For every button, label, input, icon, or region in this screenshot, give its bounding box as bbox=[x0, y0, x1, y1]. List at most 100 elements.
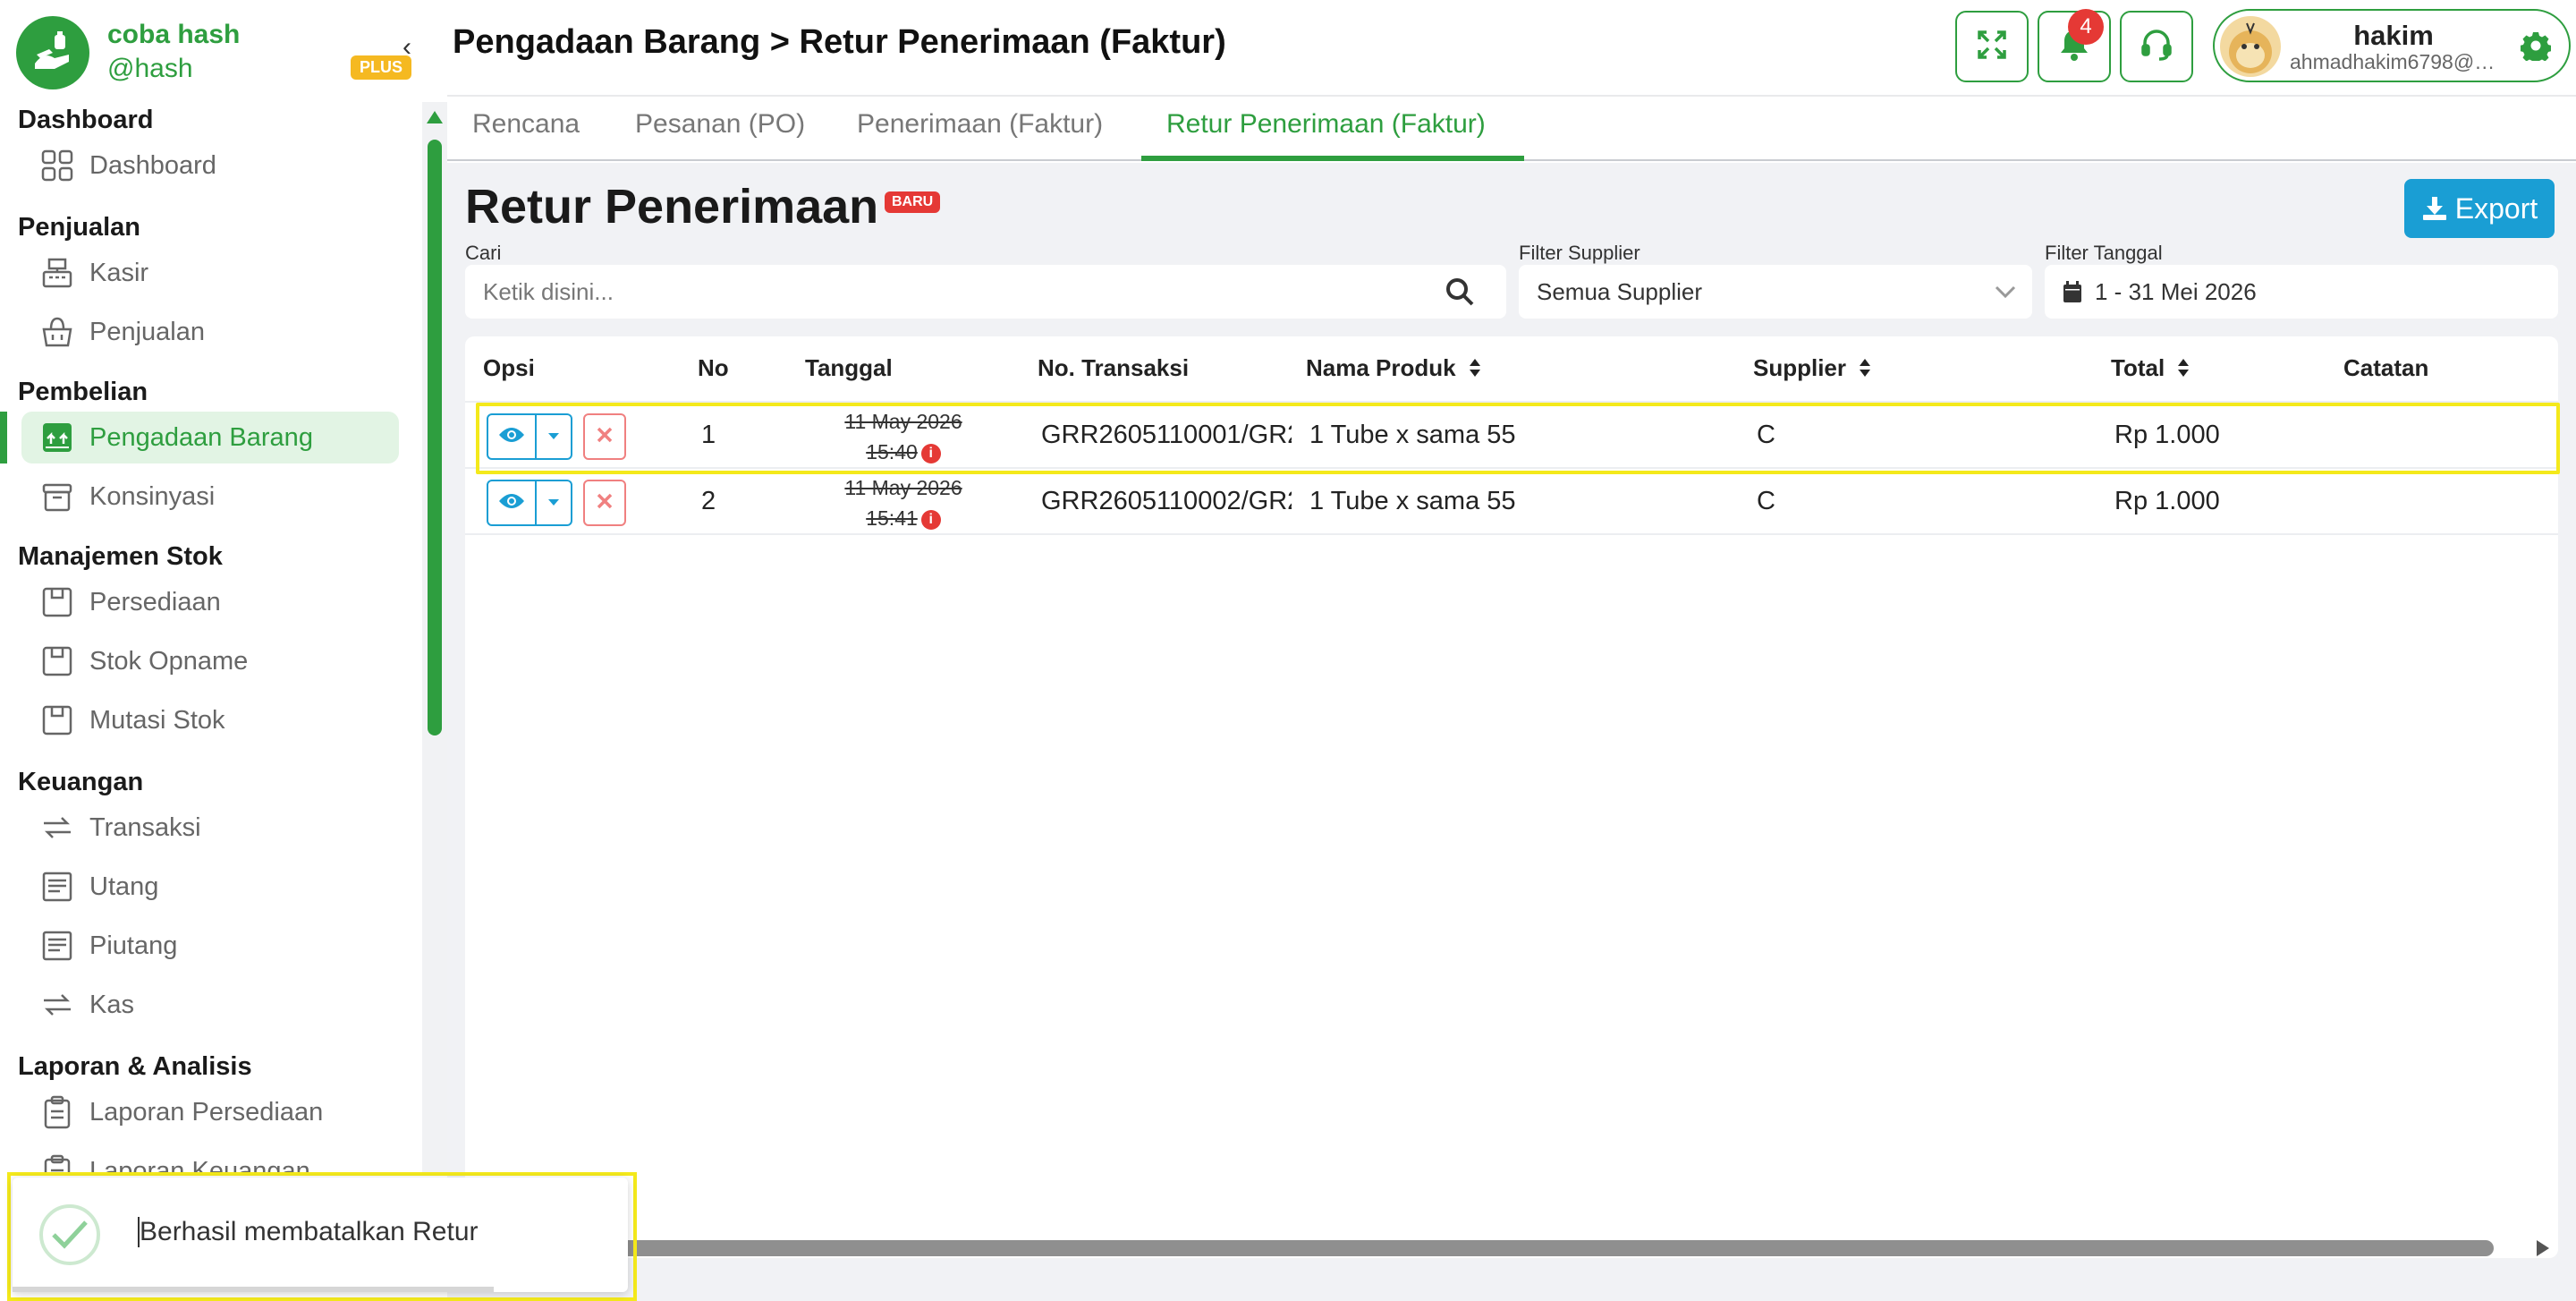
column-header-nama-produk[interactable]: Nama Produk bbox=[1306, 354, 1481, 384]
date-filter-input[interactable]: 1 - 31 Mei 2026 bbox=[2045, 265, 2558, 319]
sidebar-item-laporan-persediaan[interactable]: Laporan Persediaan bbox=[21, 1086, 399, 1138]
store-logo-icon bbox=[16, 16, 89, 89]
sidebar-item-label: Penjualan bbox=[89, 317, 205, 346]
retur-table: Opsi No Tanggal No. Transaksi Nama Produ… bbox=[465, 336, 2558, 1258]
user-profile-card[interactable]: hakim ahmadhakim6798@gmail.com bbox=[2213, 9, 2571, 82]
support-button[interactable] bbox=[2120, 11, 2193, 82]
horizontal-scrollbar[interactable] bbox=[465, 1240, 2494, 1256]
top-header: Pengadaan Barang > Retur Penerimaan (Fak… bbox=[447, 0, 2576, 97]
export-button[interactable]: Export bbox=[2404, 179, 2555, 238]
export-label: Export bbox=[2454, 191, 2538, 225]
section-title-laporan: Laporan & Analisis bbox=[18, 1052, 252, 1081]
new-badge: BARU bbox=[885, 191, 941, 213]
sidebar-item-laporan-keuangan[interactable]: Laporan Keuangan bbox=[21, 1145, 399, 1176]
date-filter-value: 1 - 31 Mei 2026 bbox=[2095, 277, 2257, 305]
search-icon[interactable] bbox=[1445, 277, 1474, 312]
sidebar-item-kasir[interactable]: Kasir bbox=[21, 247, 399, 299]
info-icon[interactable]: i bbox=[920, 443, 941, 463]
cancel-button[interactable] bbox=[583, 480, 626, 526]
sidebar-item-label: Persediaan bbox=[89, 587, 221, 616]
row-supplier: C bbox=[1757, 487, 1775, 515]
column-header-total[interactable]: Total bbox=[2111, 354, 2190, 384]
sort-icon bbox=[2177, 356, 2190, 384]
store-name: coba hash bbox=[107, 20, 241, 49]
sidebar-item-konsinyasi[interactable]: Konsinyasi bbox=[21, 471, 399, 523]
notification-count-badge: 4 bbox=[2068, 9, 2104, 45]
sidebar-item-label: Stok Opname bbox=[89, 646, 249, 676]
sidebar-item-utang[interactable]: Utang bbox=[21, 861, 399, 913]
sidebar-collapse-button[interactable]: ‹ bbox=[402, 32, 411, 63]
page-title: Pengadaan Barang > Retur Penerimaan (Fak… bbox=[453, 23, 1226, 61]
table-row: 2 11 May 2026 15:41i GRR2605110002/GR2605… bbox=[465, 469, 2558, 535]
toast-notification[interactable]: Berhasil membatalkan Retur bbox=[13, 1178, 628, 1292]
tab-retur-penerimaan-faktur[interactable]: Retur Penerimaan (Faktur) bbox=[1166, 109, 1486, 140]
sidebar-item-label: Piutang bbox=[89, 931, 178, 960]
tab-penerimaan-faktur[interactable]: Penerimaan (Faktur) bbox=[857, 109, 1103, 140]
sidebar-item-penjualan[interactable]: Penjualan bbox=[21, 306, 399, 358]
caret-down-icon bbox=[547, 429, 560, 445]
search-label: Cari bbox=[465, 242, 502, 264]
sidebar-item-pengadaan-barang[interactable]: Pengadaan Barang bbox=[21, 412, 399, 463]
row-supplier: C bbox=[1757, 421, 1775, 449]
search-input[interactable]: Ketik disini... bbox=[465, 265, 1506, 319]
tab-rencana[interactable]: Rencana bbox=[472, 109, 580, 140]
row-time-value: 15:40 bbox=[866, 440, 918, 463]
tab-pesanan-po[interactable]: Pesanan (PO) bbox=[635, 109, 805, 140]
download-icon bbox=[2421, 195, 2448, 222]
column-header-supplier[interactable]: Supplier bbox=[1753, 354, 1871, 384]
sidebar-nav: Dashboard Dashboard Penjualan Kasir Penj… bbox=[0, 102, 422, 1176]
column-header-tanggal: Tanggal bbox=[805, 354, 893, 381]
sidebar-item-kas[interactable]: Kas bbox=[21, 979, 399, 1031]
section-title-pembelian: Pembelian bbox=[18, 378, 148, 406]
sidebar-item-persediaan[interactable]: Persediaan bbox=[21, 576, 399, 628]
active-tab-indicator bbox=[1141, 156, 1524, 161]
section-title-penjualan: Penjualan bbox=[18, 213, 140, 242]
sidebar-item-piutang[interactable]: Piutang bbox=[21, 920, 399, 972]
sidebar-item-mutasi-stok[interactable]: Mutasi Stok bbox=[21, 694, 399, 746]
transfer-icon bbox=[38, 985, 77, 1025]
avatar bbox=[2220, 16, 2281, 77]
options-dropdown-button[interactable] bbox=[535, 413, 572, 460]
column-label: Total bbox=[2111, 354, 2165, 381]
sort-icon bbox=[1469, 356, 1481, 384]
sidebar-item-label: Laporan Persediaan bbox=[89, 1097, 324, 1127]
sidebar-item-label: Pengadaan Barang bbox=[89, 422, 313, 452]
sidebar-item-label: Kas bbox=[89, 990, 134, 1019]
tab-bar: Rencana Pesanan (PO) Penerimaan (Faktur)… bbox=[447, 97, 2576, 161]
supplier-filter-select[interactable]: Semua Supplier bbox=[1519, 265, 2032, 319]
sidebar-item-label: Kasir bbox=[89, 258, 149, 287]
row-time-value: 15:41 bbox=[866, 506, 918, 530]
sidebar-item-stok-opname[interactable]: Stok Opname bbox=[21, 635, 399, 687]
cancel-button[interactable] bbox=[583, 413, 626, 460]
upload-box-icon bbox=[38, 418, 77, 457]
section-title-dashboard: Dashboard bbox=[18, 106, 154, 134]
box-icon bbox=[38, 582, 77, 622]
scroll-up-arrow-icon[interactable] bbox=[427, 111, 443, 123]
info-icon[interactable]: i bbox=[920, 509, 941, 530]
active-indicator bbox=[0, 412, 7, 463]
options-dropdown-button[interactable] bbox=[535, 480, 572, 526]
sidebar-item-dashboard[interactable]: Dashboard bbox=[21, 140, 399, 191]
row-date: 11 May 2026 15:40 i bbox=[814, 406, 993, 467]
view-button[interactable] bbox=[487, 413, 537, 460]
sidebar-item-label: Utang bbox=[89, 872, 159, 901]
view-button[interactable] bbox=[487, 480, 537, 526]
search-placeholder: Ketik disini... bbox=[483, 277, 614, 305]
supplier-filter-label: Filter Supplier bbox=[1519, 242, 1640, 264]
fullscreen-button[interactable] bbox=[1955, 11, 2029, 82]
close-icon bbox=[597, 493, 613, 514]
notification-button[interactable]: 4 bbox=[2038, 9, 2111, 82]
gear-icon[interactable] bbox=[2520, 30, 2552, 65]
sidebar-item-label: Dashboard bbox=[89, 150, 216, 180]
receipt-icon bbox=[38, 926, 77, 965]
box-icon bbox=[38, 642, 77, 681]
sort-icon bbox=[1859, 356, 1871, 384]
sidebar-scroll-thumb[interactable] bbox=[428, 140, 442, 736]
column-label: Nama Produk bbox=[1306, 354, 1456, 381]
chevron-down-icon bbox=[1993, 281, 2018, 309]
user-email: ahmadhakim6798@gmail.com bbox=[2290, 50, 2504, 73]
sidebar-item-transaksi[interactable]: Transaksi bbox=[21, 802, 399, 854]
grid-icon bbox=[38, 146, 77, 185]
scroll-right-arrow-icon[interactable] bbox=[2537, 1240, 2549, 1256]
section-title-manajemen-stok: Manajemen Stok bbox=[18, 542, 223, 571]
